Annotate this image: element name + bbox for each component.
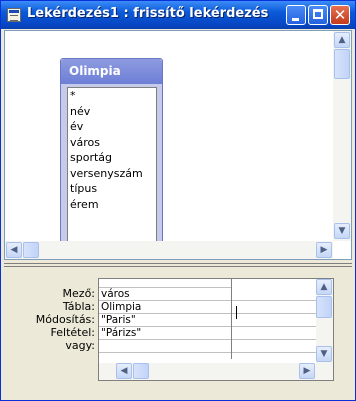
grid-cell-empty[interactable] — [232, 314, 316, 327]
field-item[interactable]: sportág — [68, 150, 156, 166]
grid-cell-criteria[interactable]: "Párizs" — [99, 327, 231, 340]
title-bar[interactable]: Lekérdezés1 : frissítő lekérdezés ✕ — [1, 1, 355, 29]
grid-cell-field[interactable]: város — [99, 288, 231, 301]
design-grid-pane: Mező: Tábla: Módosítás: Feltétel: vagy: … — [4, 269, 352, 396]
scroll-down-button[interactable]: ▼ — [334, 223, 350, 239]
scroll-thumb[interactable] — [316, 296, 332, 318]
row-label-table: Tábla: — [62, 300, 95, 313]
grid-cell-table[interactable]: Olimpia — [99, 301, 231, 314]
field-item[interactable]: típus — [68, 181, 156, 197]
pane-splitter[interactable] — [4, 263, 352, 267]
row-label-update-to: Módosítás: — [35, 313, 95, 326]
query-design-window: Lekérdezés1 : frissítő lekérdezés ✕ Olim… — [0, 0, 356, 401]
query-window-icon[interactable] — [7, 8, 21, 22]
scroll-up-button[interactable]: ▲ — [316, 279, 332, 295]
grid-horizontal-scrollbar[interactable]: ◀ ▶ — [99, 363, 333, 380]
grid-vertical-scrollbar[interactable]: ▲ ▼ — [316, 279, 333, 363]
close-icon: ✕ — [333, 6, 347, 24]
field-item[interactable]: év — [68, 119, 156, 135]
design-grid[interactable]: város Olimpia "Paris" "Párizs" ▲ ▼ ◀ ▶ — [98, 278, 334, 381]
row-label-or: vagy: — [65, 339, 95, 352]
scroll-thumb[interactable] — [133, 363, 149, 379]
grid-cell-empty[interactable] — [232, 301, 316, 314]
window-title: Lekérdezés1 : frissítő lekérdezés — [27, 6, 269, 21]
scroll-thumb[interactable] — [23, 242, 39, 258]
grid-cell-update-to[interactable]: "Paris" — [99, 314, 231, 327]
upper-vertical-scrollbar[interactable]: ▲ ▼ — [333, 31, 351, 241]
maximize-icon — [313, 9, 323, 19]
maximize-button[interactable] — [308, 5, 328, 25]
table-title[interactable]: Olimpia — [61, 59, 162, 84]
upper-horizontal-scrollbar[interactable]: ◀ ▶ — [5, 241, 333, 259]
row-label-criteria: Feltétel: — [50, 326, 95, 339]
scroll-down-button[interactable]: ▼ — [316, 346, 332, 362]
field-item[interactable]: * — [68, 88, 156, 104]
field-item[interactable]: város — [68, 135, 156, 151]
column-selector[interactable] — [99, 279, 231, 288]
table-field-list[interactable]: Olimpia * név év város sportág versenysz… — [60, 58, 163, 255]
column-divider[interactable] — [231, 279, 232, 359]
minimize-icon — [292, 18, 299, 21]
table-pane[interactable]: Olimpia * név év város sportág versenysz… — [4, 30, 352, 260]
grid-cell-or[interactable] — [99, 340, 231, 353]
grid-cell-empty[interactable] — [232, 288, 316, 301]
scroll-right-button[interactable]: ▶ — [316, 242, 332, 258]
minimize-button[interactable] — [286, 5, 306, 25]
text-cursor — [236, 306, 237, 319]
grid-cell-empty[interactable] — [232, 340, 316, 353]
scroll-left-button[interactable]: ◀ — [116, 363, 132, 379]
grid-cell-empty[interactable] — [232, 327, 316, 340]
scroll-up-button[interactable]: ▲ — [334, 32, 350, 48]
scroll-left-button[interactable]: ◀ — [6, 242, 22, 258]
scroll-thumb[interactable] — [334, 49, 350, 79]
scroll-right-button[interactable]: ▶ — [299, 363, 315, 379]
field-list[interactable]: * név év város sportág versenyszám típus… — [67, 87, 157, 252]
field-item[interactable]: érem — [68, 197, 156, 213]
field-item[interactable]: név — [68, 104, 156, 120]
row-label-field: Mező: — [62, 287, 95, 300]
close-button[interactable]: ✕ — [330, 5, 350, 25]
field-item[interactable]: versenyszám — [68, 166, 156, 182]
